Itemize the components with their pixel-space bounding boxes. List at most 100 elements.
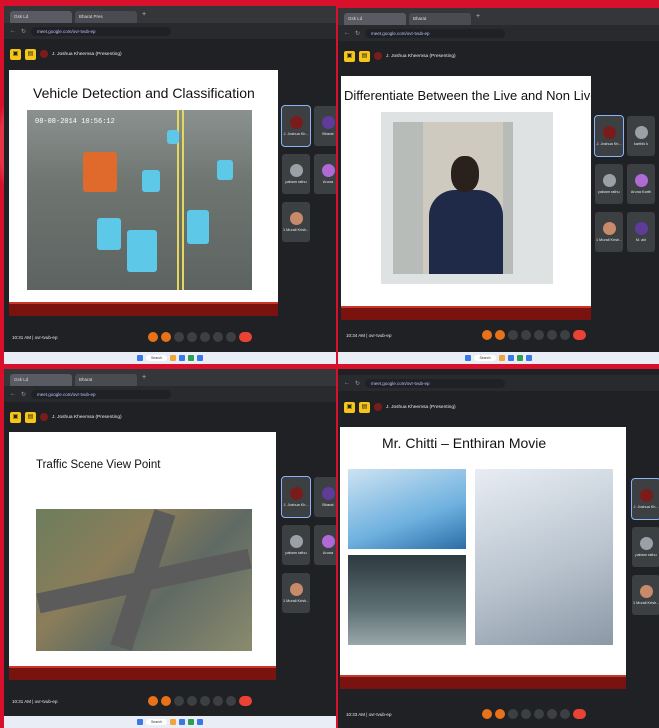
- mic-icon[interactable]: [148, 332, 158, 342]
- app-icon[interactable]: [188, 719, 195, 725]
- camera-icon[interactable]: [161, 332, 171, 342]
- end-call-icon[interactable]: [573, 330, 586, 340]
- back-icon[interactable]: ←: [10, 28, 16, 34]
- hand-icon[interactable]: [547, 330, 557, 340]
- captions-icon[interactable]: [508, 330, 518, 340]
- end-call-icon[interactable]: [239, 696, 252, 706]
- search-icon[interactable]: Search: [145, 355, 168, 361]
- start-icon[interactable]: [136, 355, 143, 361]
- layout-icon[interactable]: ▣: [344, 401, 355, 413]
- captions-icon[interactable]: [174, 332, 184, 342]
- participant-tile[interactable]: M. abi: [627, 212, 655, 252]
- layout-icon[interactable]: ▣: [10, 48, 21, 60]
- captions-icon[interactable]: [174, 696, 184, 706]
- end-call-icon[interactable]: [573, 709, 586, 719]
- reload-icon[interactable]: ↻: [355, 380, 360, 387]
- participant-tile[interactable]: J. Joshua Kh...: [281, 476, 311, 518]
- browser-tab[interactable]: Gsk Ld: [10, 11, 72, 23]
- participant-tile[interactable]: Aruna Karth: [627, 164, 655, 204]
- participant-tile[interactable]: 1 Murali Krish...: [632, 575, 659, 615]
- participant-tile[interactable]: 1 Murali Krish...: [282, 202, 310, 242]
- start-icon[interactable]: [465, 355, 472, 361]
- app-icon[interactable]: [197, 719, 204, 725]
- pin-icon[interactable]: ▤: [25, 48, 36, 60]
- app-icon[interactable]: [188, 355, 195, 361]
- participant-tile[interactable]: Aruna: [314, 525, 336, 565]
- present-icon[interactable]: [200, 696, 210, 706]
- browser-icon[interactable]: [507, 355, 514, 361]
- participant-tile[interactable]: pabam rathu: [632, 527, 659, 567]
- hand-icon[interactable]: [213, 332, 223, 342]
- participant-tile[interactable]: Bharat: [314, 477, 336, 517]
- browser-tab[interactable]: Gsk Ld: [10, 374, 72, 386]
- camera-icon[interactable]: [161, 696, 171, 706]
- hand-icon[interactable]: [213, 696, 223, 706]
- back-icon[interactable]: ←: [10, 391, 16, 397]
- meeting-time: 10:33 AM | ovr-tvub-ep: [346, 711, 392, 717]
- participant-tile[interactable]: karthik k: [627, 116, 655, 156]
- new-tab-icon[interactable]: +: [476, 13, 480, 20]
- captions-icon[interactable]: [508, 709, 518, 719]
- more-icon[interactable]: [226, 696, 236, 706]
- url-field[interactable]: meet.google.com/ovr-tvub-ep: [365, 28, 506, 38]
- layout-icon[interactable]: ▣: [344, 50, 355, 62]
- pin-icon[interactable]: ▤: [359, 401, 370, 413]
- pin-icon[interactable]: ▤: [25, 411, 36, 423]
- mic-icon[interactable]: [148, 696, 158, 706]
- url-field[interactable]: meet.google.com/ovr-tvub-ep: [31, 26, 172, 36]
- folder-icon[interactable]: [498, 355, 505, 361]
- folder-icon[interactable]: [170, 719, 177, 725]
- more-icon[interactable]: [560, 709, 570, 719]
- url-field[interactable]: meet.google.com/ovr-tvub-ep: [365, 378, 506, 388]
- emoji-icon[interactable]: [521, 330, 531, 340]
- browser-icon[interactable]: [179, 355, 186, 361]
- browser-tab[interactable]: Bharat: [409, 13, 471, 25]
- participant-tile[interactable]: Aruna: [314, 154, 336, 194]
- back-icon[interactable]: ←: [344, 380, 350, 386]
- url-field[interactable]: meet.google.com/ovr-tvub-ep: [31, 389, 172, 399]
- emoji-icon[interactable]: [187, 696, 197, 706]
- browser-tab[interactable]: Bharat Pres: [75, 11, 137, 23]
- camera-icon[interactable]: [495, 709, 505, 719]
- start-icon[interactable]: [136, 719, 143, 725]
- search-icon[interactable]: Search: [145, 719, 168, 725]
- participant-tile[interactable]: 1 Murali Krish...: [595, 212, 623, 252]
- emoji-icon[interactable]: [187, 332, 197, 342]
- search-icon[interactable]: Search: [474, 355, 496, 361]
- mic-icon[interactable]: [482, 330, 492, 340]
- more-icon[interactable]: [560, 330, 570, 340]
- participant-tile[interactable]: 1 Murali Krish...: [282, 573, 310, 613]
- more-icon[interactable]: [226, 332, 236, 342]
- new-tab-icon[interactable]: +: [142, 11, 146, 18]
- present-icon[interactable]: [534, 330, 544, 340]
- participant-tile[interactable]: Bharat: [314, 106, 336, 146]
- present-icon[interactable]: [200, 332, 210, 342]
- browser-tab[interactable]: Gsk Ld: [344, 13, 406, 25]
- participant-tile[interactable]: J. Joshua Kh...: [281, 105, 311, 147]
- app-icon[interactable]: [197, 355, 204, 361]
- reload-icon[interactable]: ↻: [21, 391, 26, 398]
- participant-tile[interactable]: J. Joshua Kh...: [594, 115, 624, 157]
- avatar: [289, 487, 303, 500]
- end-call-icon[interactable]: [239, 332, 252, 342]
- new-tab-icon[interactable]: +: [142, 374, 146, 381]
- mic-icon[interactable]: [482, 709, 492, 719]
- reload-icon[interactable]: ↻: [21, 28, 26, 35]
- participant-tile[interactable]: pabam rathu: [282, 525, 310, 565]
- app-icon[interactable]: [516, 355, 523, 361]
- participant-tile[interactable]: J. Joshua Kh...: [631, 478, 659, 520]
- back-icon[interactable]: ←: [344, 30, 350, 36]
- hand-icon[interactable]: [547, 709, 557, 719]
- emoji-icon[interactable]: [521, 709, 531, 719]
- folder-icon[interactable]: [170, 355, 177, 361]
- present-icon[interactable]: [534, 709, 544, 719]
- layout-icon[interactable]: ▣: [10, 411, 21, 423]
- pin-icon[interactable]: ▤: [359, 50, 370, 62]
- browser-icon[interactable]: [179, 719, 186, 725]
- camera-icon[interactable]: [495, 330, 505, 340]
- browser-tab[interactable]: Bharat: [75, 374, 137, 386]
- app-icon[interactable]: [525, 355, 532, 361]
- participant-tile[interactable]: pabam rathu: [595, 164, 623, 204]
- participant-tile[interactable]: pabam rathu: [282, 154, 310, 194]
- reload-icon[interactable]: ↻: [355, 30, 360, 37]
